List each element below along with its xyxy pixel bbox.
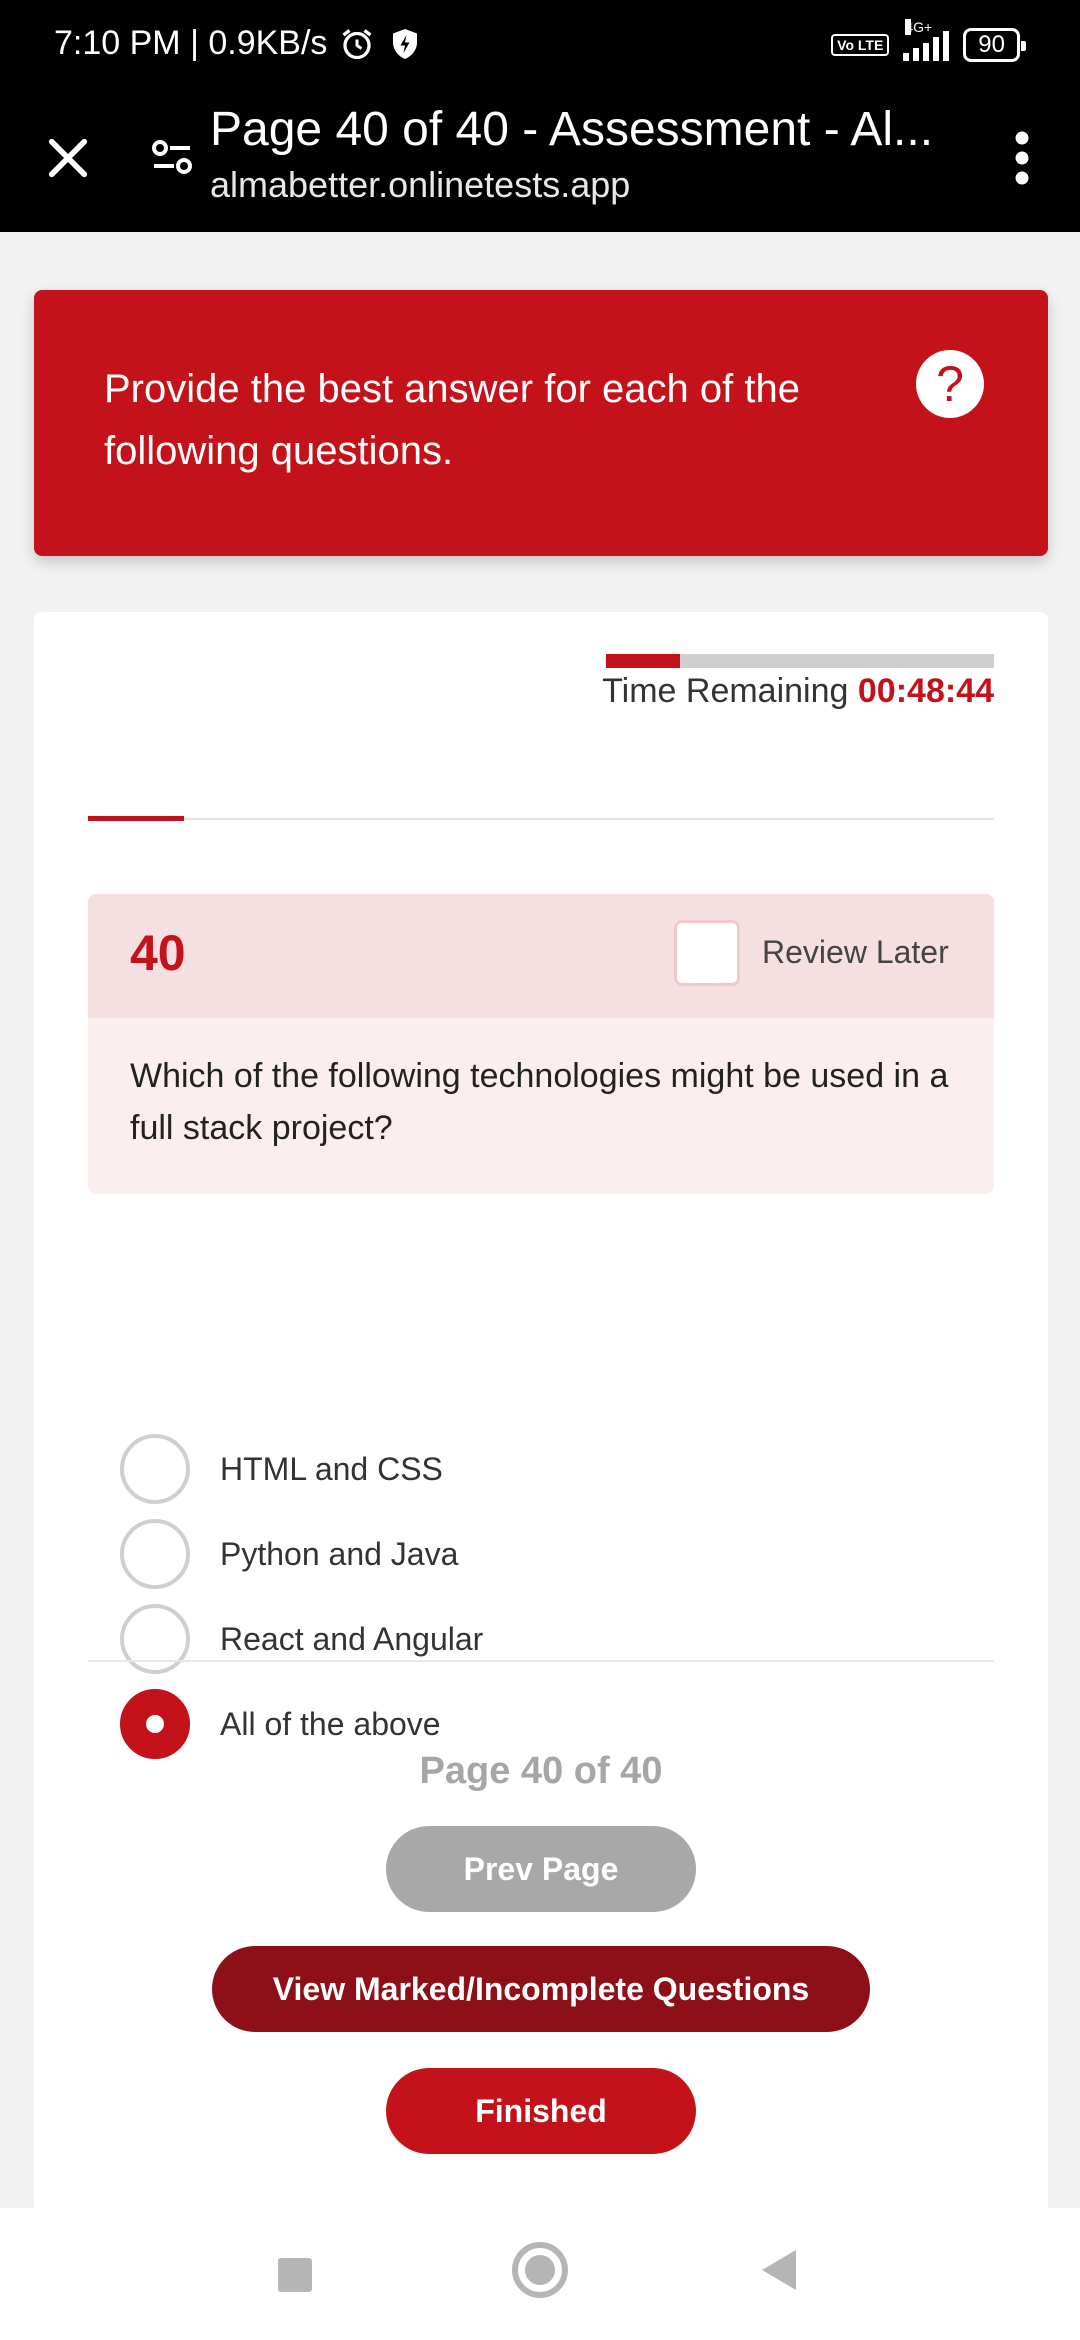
time-remaining-value: 00:48:44 <box>857 672 994 710</box>
browser-toolbar: Page 40 of 40 - Assessment - Al... almab… <box>0 96 1080 232</box>
answer-radio[interactable] <box>120 1519 190 1589</box>
section-indicator <box>88 816 184 821</box>
volte-icon: Vo LTE <box>831 34 890 56</box>
close-icon[interactable] <box>40 130 96 186</box>
time-progress-fill <box>606 654 680 668</box>
battery-icon: 90 <box>963 28 1026 62</box>
signal-icon: 4G+ <box>903 19 950 61</box>
tune-icon[interactable] <box>148 132 196 180</box>
alarm-icon <box>342 28 372 59</box>
answer-label[interactable]: HTML and CSS <box>220 1451 443 1488</box>
answer-option[interactable]: All of the above <box>120 1689 441 1759</box>
time-progress-bar <box>606 654 994 668</box>
options-divider <box>88 1660 994 1662</box>
page-count: Page 40 of 40 <box>419 1750 663 1792</box>
view-marked-button[interactable]: View Marked/Incomplete Questions <box>212 1946 870 2032</box>
answer-radio[interactable] <box>120 1434 190 1504</box>
question-text: Which of the following technologies migh… <box>130 1057 949 1147</box>
question-card: Time Remaining 00:48:44 40 Review Later … <box>34 612 1048 2212</box>
status-left: 7:10 PM | 0.9KB/s <box>54 24 423 63</box>
prev-page-button[interactable]: Prev Page <box>386 1826 696 1912</box>
question-number: 40 <box>130 925 186 981</box>
review-later-label[interactable]: Review Later <box>762 934 949 971</box>
more-vert-icon[interactable] <box>1004 128 1040 188</box>
answer-label[interactable]: Python and Java <box>220 1536 458 1573</box>
question-box: 40 Review Later Which of the following t… <box>88 894 994 1194</box>
system-nav-bar <box>0 2208 1080 2340</box>
page-url[interactable]: almabetter.onlinetests.app <box>210 164 630 206</box>
back-icon[interactable] <box>762 2250 796 2290</box>
help-button[interactable]: ? <box>916 350 984 418</box>
network-type: 4G+ <box>905 19 933 35</box>
battery-level: 90 <box>978 31 1005 58</box>
instructions-banner: Provide the best answer for each of the … <box>34 290 1048 556</box>
status-time-speed: 7:10 PM | 0.9KB/s <box>54 24 328 62</box>
recents-icon[interactable] <box>278 2258 312 2292</box>
status-right: Vo LTE 4G+ 90 <box>831 19 1026 62</box>
answer-option[interactable]: React and Angular <box>120 1604 483 1674</box>
time-remaining-label: Time Remaining <box>602 672 849 710</box>
status-bar: 7:10 PM | 0.9KB/s Vo LTE 4G+ 90 <box>0 0 1080 96</box>
instructions-text: Provide the best answer for each of the … <box>104 367 800 473</box>
answer-option[interactable]: Python and Java <box>120 1519 458 1589</box>
question-header: 40 Review Later <box>88 894 994 1018</box>
question-mark-icon: ? <box>936 356 964 412</box>
review-later-checkbox[interactable] <box>674 920 740 986</box>
answer-radio[interactable] <box>120 1689 190 1759</box>
answer-label[interactable]: All of the above <box>220 1706 441 1743</box>
home-icon[interactable] <box>512 2242 568 2298</box>
section-divider <box>88 818 994 820</box>
finished-button[interactable]: Finished <box>386 2068 696 2154</box>
page-title: Page 40 of 40 - Assessment - Al... <box>210 103 934 156</box>
answer-option[interactable]: HTML and CSS <box>120 1434 443 1504</box>
answer-radio[interactable] <box>120 1604 190 1674</box>
time-remaining: Time Remaining 00:48:44 <box>602 672 994 711</box>
shield-bolt-icon <box>393 28 418 59</box>
answer-label[interactable]: React and Angular <box>220 1621 483 1658</box>
